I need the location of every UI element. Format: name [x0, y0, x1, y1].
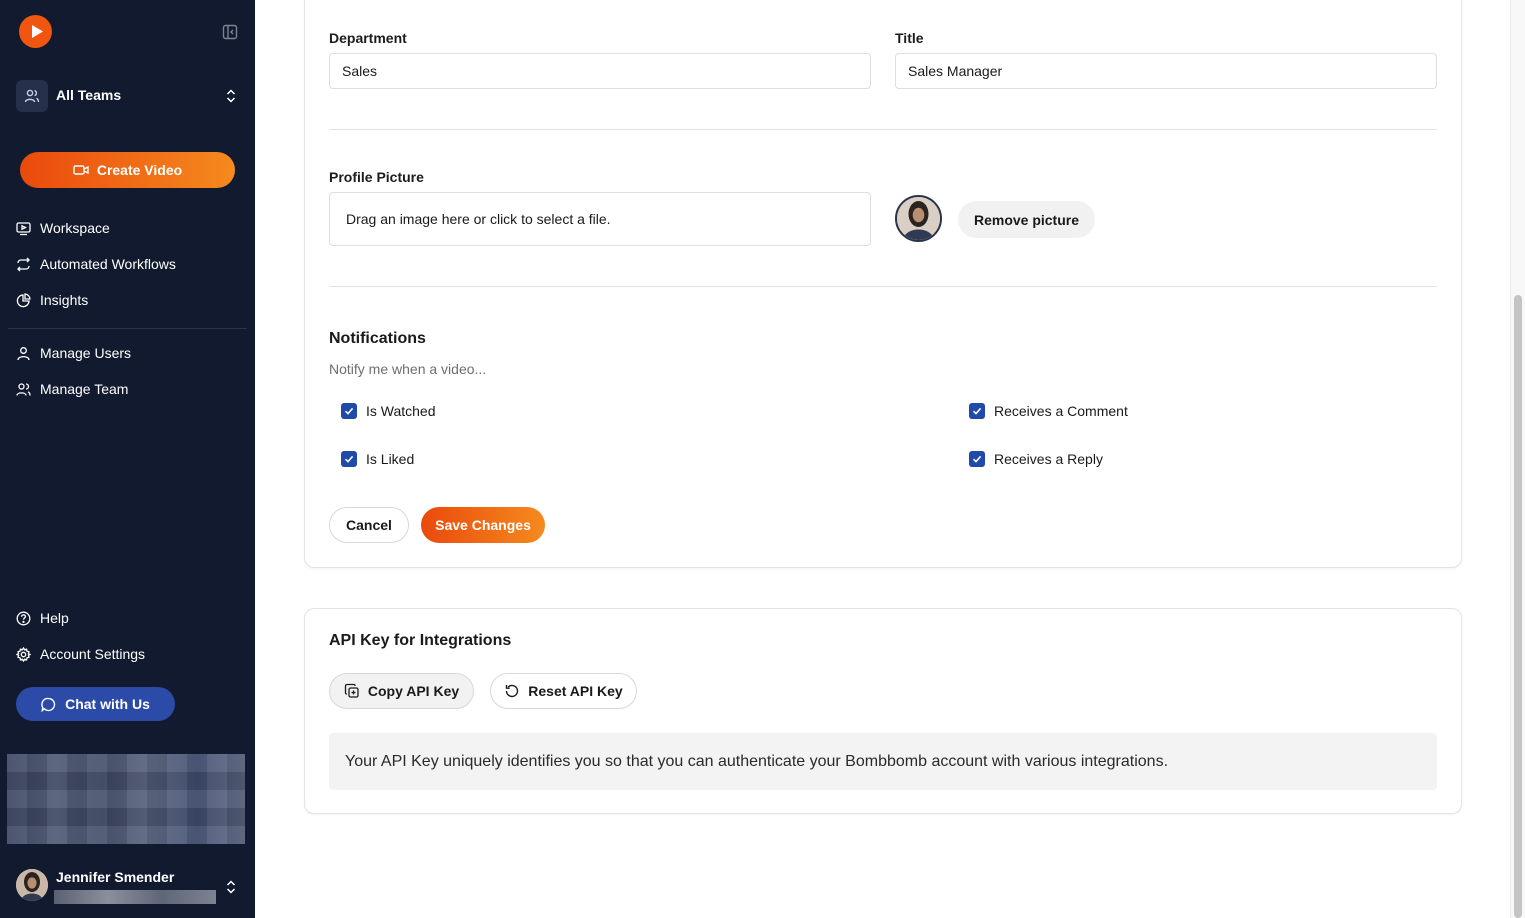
checkbox-checked-icon[interactable]	[341, 451, 357, 467]
sidebar-item-account-settings[interactable]: Account Settings	[16, 642, 145, 666]
api-key-info-text: Your API Key uniquely identifies you so …	[329, 733, 1437, 790]
sidebar-item-label: Automated Workflows	[40, 256, 176, 272]
gear-icon	[16, 646, 31, 662]
avatar	[16, 869, 48, 901]
video-camera-icon	[73, 165, 89, 175]
checkbox-checked-icon[interactable]	[341, 403, 357, 419]
sidebar-item-workspace[interactable]: Workspace	[16, 216, 110, 240]
divider	[329, 129, 1437, 130]
sidebar-item-manage-users[interactable]: Manage Users	[16, 341, 131, 365]
remove-picture-button[interactable]: Remove picture	[958, 201, 1095, 238]
sidebar-item-label: Manage Users	[40, 345, 132, 361]
department-input[interactable]: Sales	[329, 53, 871, 89]
checkbox-label: Is Liked	[366, 451, 415, 467]
sidebar-item-label: Manage Team	[40, 381, 129, 397]
reset-api-key-label: Reset API Key	[528, 683, 623, 699]
redacted-region	[7, 754, 245, 844]
user-menu[interactable]: Jennifer Smender	[16, 869, 244, 905]
api-key-heading: API Key for Integrations	[329, 632, 512, 649]
title-label: Title	[895, 30, 924, 46]
users-icon	[16, 80, 48, 112]
scrollbar-thumb[interactable]	[1514, 295, 1522, 918]
department-label: Department	[329, 30, 407, 46]
sidebar: All Teams Create Video Workspace Automat…	[0, 0, 255, 918]
team-switcher[interactable]: All Teams	[16, 80, 244, 112]
sidebar-item-automated-workflows[interactable]: Automated Workflows	[16, 252, 176, 276]
create-video-button[interactable]: Create Video	[20, 152, 235, 188]
checkbox-label: Is Watched	[366, 403, 436, 419]
sidebar-item-label: Workspace	[40, 220, 110, 236]
create-video-label: Create Video	[96, 162, 183, 178]
reset-api-key-button[interactable]: Reset API Key	[490, 673, 637, 709]
monitor-play-icon	[16, 221, 31, 235]
chat-label: Chat with Us	[65, 696, 150, 712]
notifications-subtext: Notify me when a video...	[329, 361, 487, 377]
title-input[interactable]: Sales Manager	[895, 53, 1437, 89]
profile-picture-label: Profile Picture	[329, 169, 424, 185]
copy-api-key-button[interactable]: Copy API Key	[329, 673, 474, 709]
sidebar-item-help[interactable]: Help	[16, 606, 69, 630]
profile-picture-dropzone[interactable]: Drag an image here or click to select a …	[329, 192, 871, 246]
copy-api-key-label: Copy API Key	[367, 683, 460, 699]
chat-with-us-button[interactable]: Chat with Us	[16, 687, 175, 721]
profile-picture-preview	[895, 195, 942, 242]
help-circle-icon	[16, 611, 31, 625]
checkbox-is-watched[interactable]: Is Watched	[341, 403, 436, 419]
checkbox-checked-icon[interactable]	[969, 451, 985, 467]
divider	[329, 286, 1437, 287]
save-changes-button[interactable]: Save Changes	[421, 507, 545, 543]
checkbox-receives-comment[interactable]: Receives a Comment	[969, 403, 1128, 419]
copy-icon	[344, 683, 359, 698]
collapse-sidebar-icon[interactable]	[222, 24, 238, 40]
chat-bubble-icon	[41, 697, 56, 712]
repeat-arrows-icon	[17, 257, 30, 271]
checkbox-checked-icon[interactable]	[969, 403, 985, 419]
user-name: Jennifer Smender	[56, 869, 175, 885]
chevron-up-down-icon	[226, 89, 236, 103]
redacted-email	[54, 890, 216, 904]
notifications-heading: Notifications	[329, 330, 426, 347]
cancel-button[interactable]: Cancel	[329, 507, 409, 543]
sidebar-item-manage-team[interactable]: Manage Team	[16, 377, 128, 401]
bombbomb-logo-icon[interactable]	[19, 15, 52, 48]
team-label: All Teams	[56, 87, 122, 103]
sidebar-item-insights[interactable]: Insights	[16, 288, 88, 312]
rotate-ccw-icon	[506, 684, 519, 698]
user-icon	[17, 346, 30, 360]
checkbox-receives-reply[interactable]: Receives a Reply	[969, 451, 1103, 467]
chevron-up-down-icon	[226, 880, 236, 894]
sidebar-item-label: Account Settings	[40, 646, 146, 662]
checkbox-is-liked[interactable]: Is Liked	[341, 451, 414, 467]
sidebar-divider	[8, 328, 247, 329]
checkbox-label: Receives a Comment	[994, 403, 1128, 419]
sidebar-item-label: Insights	[40, 292, 89, 308]
checkbox-label: Receives a Reply	[994, 451, 1103, 467]
users-icon	[16, 382, 31, 396]
pie-chart-icon	[16, 292, 31, 307]
sidebar-item-label: Help	[40, 610, 69, 626]
